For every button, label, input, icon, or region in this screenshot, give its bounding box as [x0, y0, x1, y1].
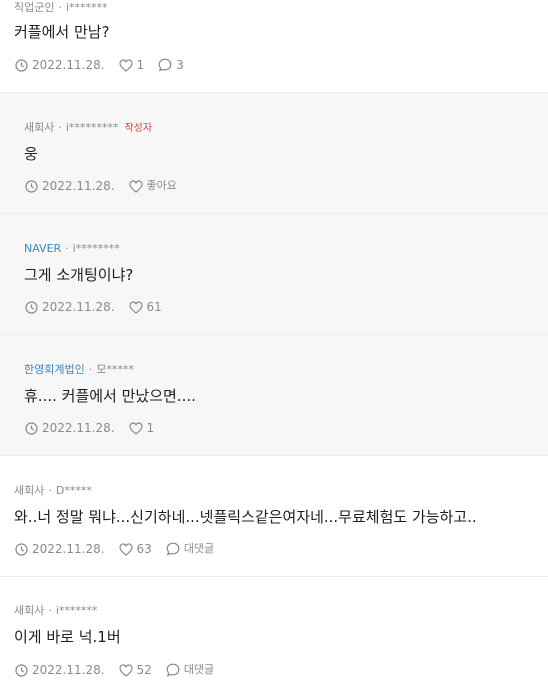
date-text: 2022.11.28.: [32, 542, 105, 556]
author-company[interactable]: 새회사: [14, 604, 44, 617]
heart-icon: [118, 58, 133, 72]
like-label: 좋아요: [146, 179, 177, 192]
reply-label: 대댓글: [183, 663, 215, 676]
comment-text: 휴.... 커플에서 만났으면....: [24, 387, 196, 405]
reply-item: NAVER · i******** 그게 소개팅이냐? 2022.11.28. 61: [0, 214, 548, 335]
like-count: 61: [146, 300, 162, 314]
heart-icon: [128, 179, 143, 193]
separator-dot: ·: [48, 604, 52, 617]
author-company[interactable]: 한영회계법인: [24, 363, 85, 376]
comment-date: 2022.11.28.: [25, 179, 115, 193]
author-nickname: 모*****: [96, 363, 134, 376]
author-company[interactable]: 새회사: [24, 121, 54, 134]
author-company[interactable]: 새회사: [14, 484, 44, 497]
like-count: 1: [136, 58, 145, 72]
comment-meta: 2022.11.28. 1: [25, 421, 168, 435]
author-badge: 작성자: [124, 123, 153, 134]
comment-item: 직업군인 · i******* 커플에서 만남? 2022.11.28. 1 3: [0, 0, 548, 93]
comment-meta: 2022.11.28. 61: [25, 300, 176, 314]
speech-bubble-icon: [166, 542, 180, 556]
date-text: 2022.11.28.: [42, 300, 115, 314]
clock-icon: [15, 58, 28, 72]
comment-feed: 직업군인 · i******* 커플에서 만남? 2022.11.28. 1 3 새…: [0, 0, 548, 691]
comment-text: 그게 소개팅이냐?: [24, 266, 134, 284]
reply-label: 대댓글: [183, 542, 215, 555]
separator-dot: ·: [48, 484, 52, 497]
comment-date: 2022.11.28.: [15, 663, 105, 677]
author-company[interactable]: 직업군인: [14, 1, 54, 14]
comment-meta: 2022.11.28. 1 3: [15, 58, 198, 72]
speech-bubble-icon: [166, 663, 180, 677]
comment-text: 이게 바로 넉.1버: [14, 628, 121, 646]
author-company[interactable]: NAVER: [24, 242, 61, 255]
author-nickname: D*****: [55, 484, 92, 497]
comment-item: 새회사 · D***** 와..너 정말 뭐냐...신기하네...넷플릭스같은여자네…: [0, 456, 548, 577]
date-text: 2022.11.28.: [32, 663, 105, 677]
date-text: 2022.11.28.: [42, 421, 115, 435]
comment-author: 새회사 · D*****: [14, 484, 92, 498]
comment-meta: 2022.11.28. 63 대댓글: [15, 542, 228, 556]
like-button[interactable]: 1: [128, 421, 155, 435]
heart-icon: [128, 421, 143, 435]
like-button[interactable]: 1: [118, 58, 145, 72]
comment-date: 2022.11.28.: [25, 421, 115, 435]
clock-icon: [15, 663, 28, 677]
comment-meta: 2022.11.28. 52 대댓글: [15, 663, 228, 677]
comment-text: 커플에서 만남?: [14, 23, 110, 41]
reply-button[interactable]: 대댓글: [166, 663, 214, 677]
clock-icon: [15, 542, 28, 556]
separator-dot: ·: [88, 363, 93, 376]
reply-item: 한영회계법인 · 모***** 휴.... 커플에서 만났으면.... 2022.1…: [0, 335, 548, 456]
date-text: 2022.11.28.: [42, 179, 115, 193]
comment-text: 웅: [24, 145, 38, 163]
comment-date: 2022.11.28.: [15, 542, 105, 556]
author-nickname: i********: [72, 242, 120, 255]
author-nickname: i*********: [65, 121, 119, 134]
like-count: 52: [136, 663, 152, 677]
like-button[interactable]: 좋아요: [128, 179, 177, 193]
comment-meta: 2022.11.28. 좋아요: [25, 179, 191, 193]
comment-author: 직업군인 · i*******: [14, 1, 108, 15]
like-button[interactable]: 61: [128, 300, 162, 314]
like-count: 63: [136, 542, 152, 556]
comment-date: 2022.11.28.: [15, 58, 105, 72]
reply-item: 새회사 · i********* 작성자 웅 2022.11.28. 좋아요: [0, 93, 548, 214]
clock-icon: [25, 421, 38, 435]
heart-icon: [118, 663, 133, 677]
like-count: 1: [146, 421, 155, 435]
speech-bubble-icon: [158, 58, 172, 72]
author-nickname: i*******: [55, 604, 98, 617]
date-text: 2022.11.28.: [32, 58, 105, 72]
reply-button[interactable]: 대댓글: [166, 542, 214, 556]
separator-dot: ·: [65, 242, 69, 255]
separator-dot: ·: [58, 1, 62, 14]
comment-author: 새회사 · i********* 작성자: [24, 121, 152, 136]
clock-icon: [25, 300, 38, 314]
comment-author: NAVER · i********: [24, 242, 120, 256]
like-button[interactable]: 52: [118, 663, 152, 677]
comment-author: 새회사 · i*******: [14, 604, 97, 618]
clock-icon: [25, 179, 38, 193]
comment-date: 2022.11.28.: [25, 300, 115, 314]
reply-count: 3: [176, 58, 184, 72]
like-button[interactable]: 63: [118, 542, 152, 556]
separator-dot: ·: [58, 121, 62, 134]
heart-icon: [128, 300, 143, 314]
comment-author: 한영회계법인 · 모*****: [24, 363, 134, 377]
heart-icon: [118, 542, 133, 556]
author-nickname: i*******: [65, 1, 108, 14]
comment-item: 새회사 · i******* 이게 바로 넉.1버 2022.11.28. 52 대…: [0, 577, 548, 691]
comment-text: 와..너 정말 뭐냐...신기하네...넷플릭스같은여자네...무료체험도 가능…: [14, 508, 477, 526]
reply-button[interactable]: 3: [158, 58, 184, 72]
